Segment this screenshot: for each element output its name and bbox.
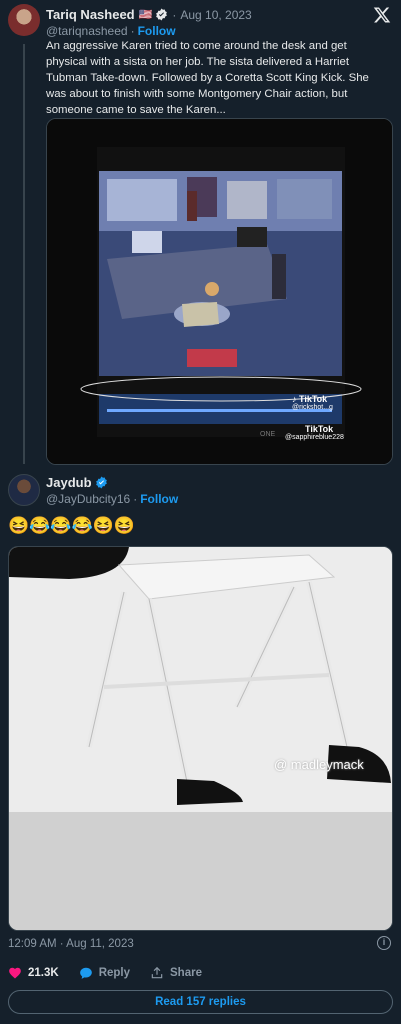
display-name[interactable]: Jaydub (46, 475, 92, 490)
info-icon[interactable]: i (377, 936, 391, 950)
post-date[interactable]: Aug 10, 2023 (180, 8, 251, 22)
verified-badge-icon (95, 476, 108, 489)
image-watermark: @ madleymack (274, 757, 364, 772)
verified-badge-icon (155, 8, 168, 21)
action-bar: 21.3K Reply Share (8, 962, 222, 984)
tweet-header: Tariq Nasheed 🇺🇸 · Aug 10, 2023 @tariqna… (46, 7, 252, 38)
follow-button[interactable]: Follow (140, 492, 178, 506)
reply-label: Reply (98, 967, 131, 979)
tweet-text: An aggressive Karen tried to come around… (46, 40, 369, 116)
chair-illustration (9, 547, 392, 930)
share-label: Share (170, 967, 202, 979)
reply-button[interactable]: Reply (79, 966, 130, 980)
like-count: 21.3K (28, 967, 59, 979)
follow-button[interactable]: Follow (138, 24, 176, 38)
user-handle[interactable]: @tariqnasheed (46, 24, 128, 38)
read-replies-button[interactable]: Read 157 replies (8, 990, 393, 1014)
avatar-tariq[interactable] (8, 4, 40, 36)
embedded-video[interactable]: ♪ TikTok @rickshot...g TikTok @sapphireb… (46, 118, 393, 465)
thread-connector-line (23, 44, 25, 464)
user-handle[interactable]: @JayDubcity16 (46, 492, 130, 506)
tweet-reply: Jaydub @JayDubcity16 · Follow (8, 474, 393, 506)
reply-bubble-icon (79, 966, 93, 980)
tiktok-icon: ♪ (292, 394, 297, 404)
avatar-jaydub[interactable] (8, 474, 40, 506)
share-icon (150, 966, 164, 980)
heart-icon (8, 966, 22, 980)
tweet-original: Tariq Nasheed 🇺🇸 · Aug 10, 2023 @tariqna… (8, 4, 393, 38)
tiktok-watermark-1: ♪ TikTok @rickshot...g (292, 394, 333, 411)
tweet-timestamp[interactable]: 12:09 AM · Aug 11, 2023 (8, 938, 134, 950)
like-button[interactable]: 21.3K (8, 966, 59, 980)
x-logo-icon[interactable] (373, 6, 391, 30)
reply-image[interactable]: @ madleymack (8, 546, 393, 931)
share-button[interactable]: Share (150, 966, 202, 980)
monitor-brand: ONE (260, 431, 276, 438)
tiktok-watermark-2: TikTok @sapphireblue228 (285, 424, 344, 441)
display-name[interactable]: Tariq Nasheed (46, 7, 135, 22)
reply-emojis: 😆😂😂😂😆😆 (8, 516, 136, 535)
flag-icon: 🇺🇸 (138, 9, 153, 21)
video-frame-illustration (47, 119, 392, 464)
